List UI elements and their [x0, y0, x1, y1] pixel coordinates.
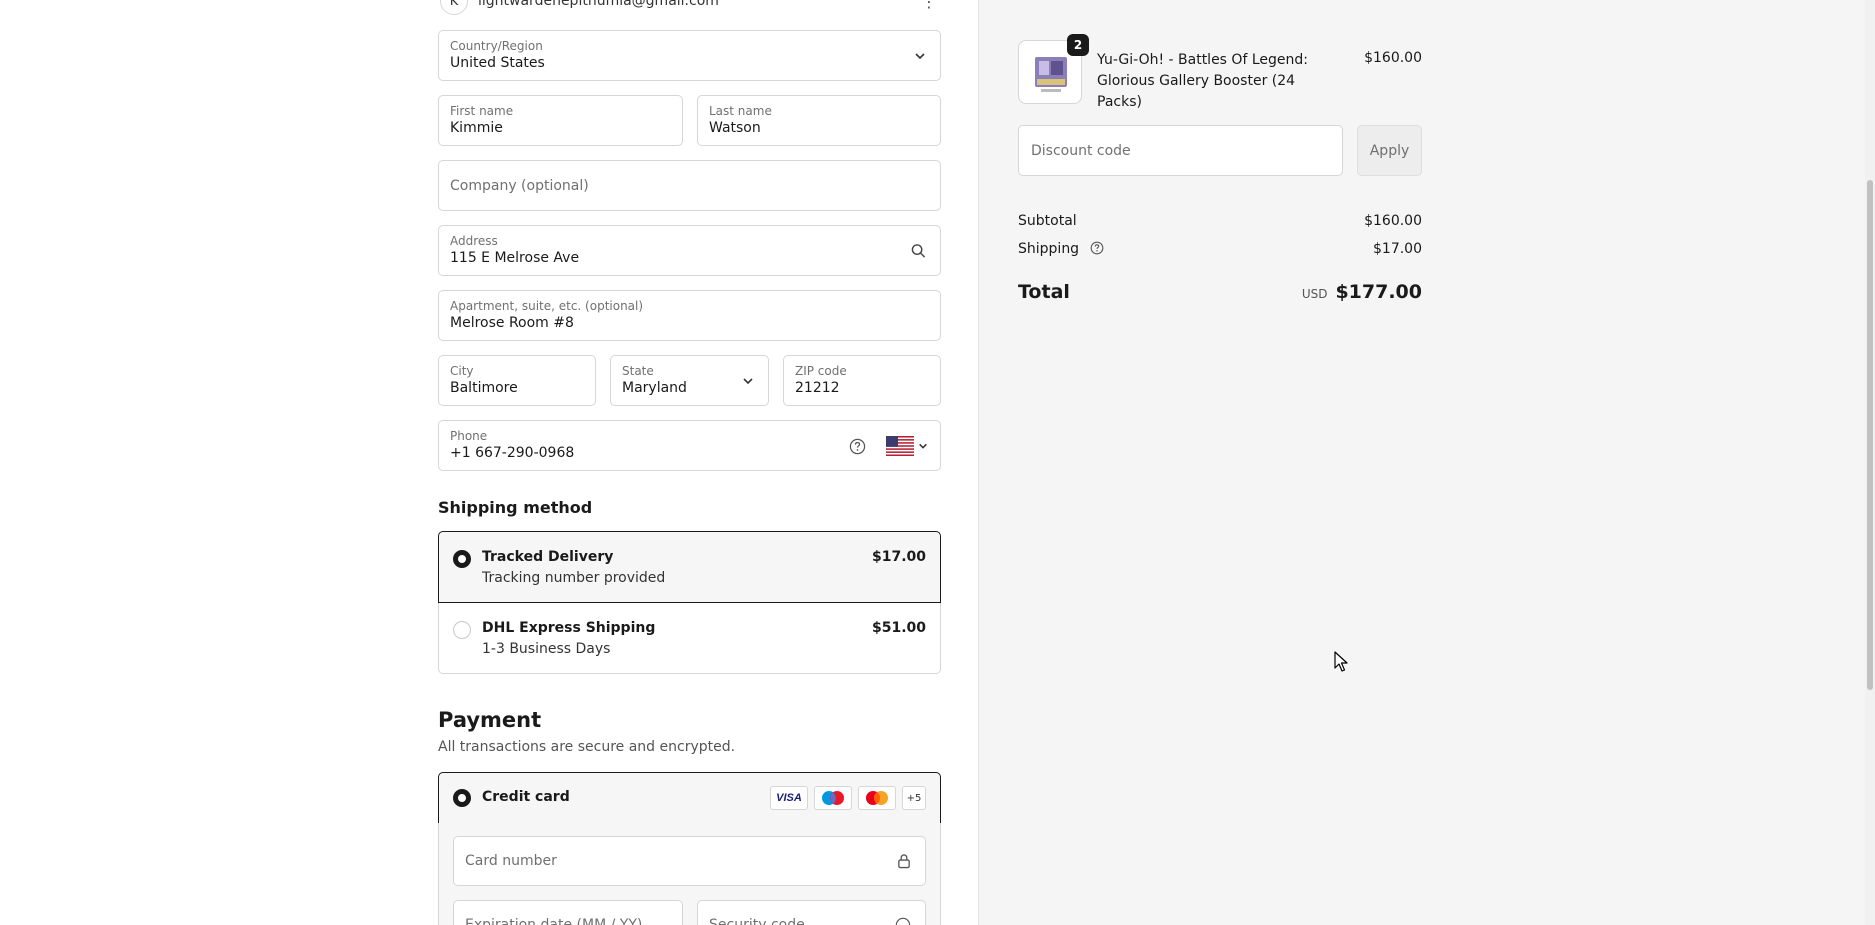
product-name: Yu-Gi-Oh! - Battles Of Legend: Glorious … — [1097, 52, 1308, 110]
address-field[interactable]: Address 115 E Melrose Ave — [438, 225, 941, 276]
search-icon[interactable] — [911, 243, 926, 258]
scrollbar-thumb[interactable] — [1867, 180, 1873, 690]
first-name-label: First name — [450, 104, 514, 118]
state-label: State — [622, 364, 654, 378]
payment-option-credit-card[interactable]: Credit card VISA +5 — [438, 772, 941, 824]
payment-subtitle: All transactions are secure and encrypte… — [438, 739, 736, 755]
shipping-option-sub: Tracking number provided — [482, 570, 666, 586]
expiry-placeholder: Expiration date (MM / YY) — [465, 917, 643, 925]
country-select[interactable]: Country/Region United States — [438, 30, 941, 81]
shipping-option-sub: 1-3 Business Days — [482, 641, 611, 657]
scrollbar[interactable] — [1865, 0, 1875, 925]
help-icon[interactable] — [1090, 241, 1104, 255]
first-name-value: Kimmie — [450, 120, 503, 136]
card-number-field[interactable]: Card number — [453, 836, 926, 886]
card-number-placeholder: Card number — [465, 853, 557, 869]
address-value: 115 E Melrose Ave — [450, 250, 580, 266]
state-select[interactable]: State Maryland — [610, 355, 769, 406]
shipping-label: Shipping — [1018, 241, 1080, 257]
checkout-form-panel: K lightwardenepithumia@gmail.com ⋮ Count… — [0, 0, 978, 925]
subtotal-value: $160.00 — [1364, 213, 1422, 229]
apartment-field[interactable]: Apartment, suite, etc. (optional) Melros… — [438, 290, 941, 341]
card-brand-icons: VISA +5 — [770, 786, 926, 810]
phone-value: +1 667-290-0968 — [450, 445, 575, 461]
subtotal-label: Subtotal — [1018, 213, 1077, 229]
last-name-field[interactable]: Last name Watson — [697, 95, 941, 146]
zip-value: 21212 — [795, 380, 840, 396]
shipping-row: Shipping $17.00 — [1018, 241, 1422, 257]
radio-selected[interactable] — [453, 789, 471, 807]
company-placeholder: Company (optional) — [450, 177, 589, 194]
first-name-field[interactable]: First name Kimmie — [438, 95, 683, 146]
country-label: Country/Region — [450, 39, 543, 53]
payment-title: Payment — [438, 708, 542, 732]
shipping-option-dhl[interactable]: DHL Express Shipping 1-3 Business Days $… — [438, 603, 941, 674]
apply-button[interactable]: Apply — [1357, 125, 1422, 176]
radio-selected[interactable] — [453, 550, 471, 568]
currency-code: USD — [1301, 287, 1328, 301]
shipping-option-name: Tracked Delivery — [482, 549, 614, 565]
shipping-option-price: $51.00 — [871, 620, 926, 636]
phone-field[interactable]: Phone +1 667-290-0968 — [438, 420, 941, 471]
account-row: K lightwardenepithumia@gmail.com ⋮ — [438, 0, 941, 15]
chevron-down-icon — [915, 52, 925, 59]
shipping-method-title: Shipping method — [438, 498, 593, 517]
mouse-cursor-icon — [1334, 651, 1348, 672]
city-value: Baltimore — [450, 380, 518, 396]
state-value: Maryland — [622, 380, 687, 396]
help-icon[interactable] — [895, 917, 911, 925]
security-code-placeholder: Security code — [709, 917, 805, 925]
visa-icon: VISA — [770, 786, 808, 810]
shipping-option-price: $17.00 — [871, 549, 926, 565]
address-label: Address — [450, 234, 498, 248]
discount-code-input[interactable]: Discount code — [1018, 125, 1343, 176]
us-flag-icon[interactable] — [886, 436, 914, 456]
avatar: K — [440, 0, 468, 15]
quantity-badge: 2 — [1067, 34, 1089, 56]
radio-unselected[interactable] — [453, 621, 471, 639]
shipping-option-name: DHL Express Shipping — [482, 620, 656, 636]
total-label: Total — [1018, 281, 1070, 303]
discount-placeholder: Discount code — [1031, 142, 1131, 159]
chevron-down-icon — [743, 377, 753, 384]
last-name-value: Watson — [709, 120, 761, 136]
total-row: Total USD $177.00 — [1018, 281, 1422, 303]
credit-card-label: Credit card — [482, 789, 570, 805]
security-code-field[interactable]: Security code — [697, 900, 926, 925]
shipping-value: $17.00 — [1373, 241, 1422, 257]
zip-field[interactable]: ZIP code 21212 — [783, 355, 941, 406]
lock-icon — [898, 854, 910, 869]
credit-card-panel: Card number Expiration date (MM / YY) Se… — [438, 823, 941, 925]
product-image-icon — [1035, 57, 1067, 92]
phone-label: Phone — [450, 429, 488, 443]
account-email: lightwardenepithumia@gmail.com — [478, 0, 719, 9]
product-price: $160.00 — [1364, 50, 1422, 66]
total-value: $177.00 — [1335, 281, 1422, 303]
subtotal-row: Subtotal $160.00 — [1018, 213, 1422, 229]
maestro-icon — [814, 786, 852, 810]
last-name-label: Last name — [709, 104, 772, 118]
apartment-value: Melrose Room #8 — [450, 315, 574, 331]
mastercard-icon — [858, 786, 896, 810]
shipping-option-tracked[interactable]: Tracked Delivery Tracking number provide… — [438, 531, 941, 603]
more-cards-badge: +5 — [902, 786, 926, 810]
more-options-icon[interactable]: ⋮ — [921, 0, 937, 11]
apartment-label: Apartment, suite, etc. (optional) — [450, 299, 644, 313]
city-field[interactable]: City Baltimore — [438, 355, 596, 406]
country-value: United States — [450, 55, 545, 71]
visa-wordmark: VISA — [776, 792, 802, 804]
help-icon[interactable] — [849, 438, 866, 455]
city-label: City — [450, 364, 474, 378]
chevron-down-icon — [919, 443, 927, 449]
company-field[interactable]: Company (optional) — [438, 160, 941, 211]
zip-label: ZIP code — [795, 364, 847, 378]
expiry-field[interactable]: Expiration date (MM / YY) — [453, 900, 683, 925]
